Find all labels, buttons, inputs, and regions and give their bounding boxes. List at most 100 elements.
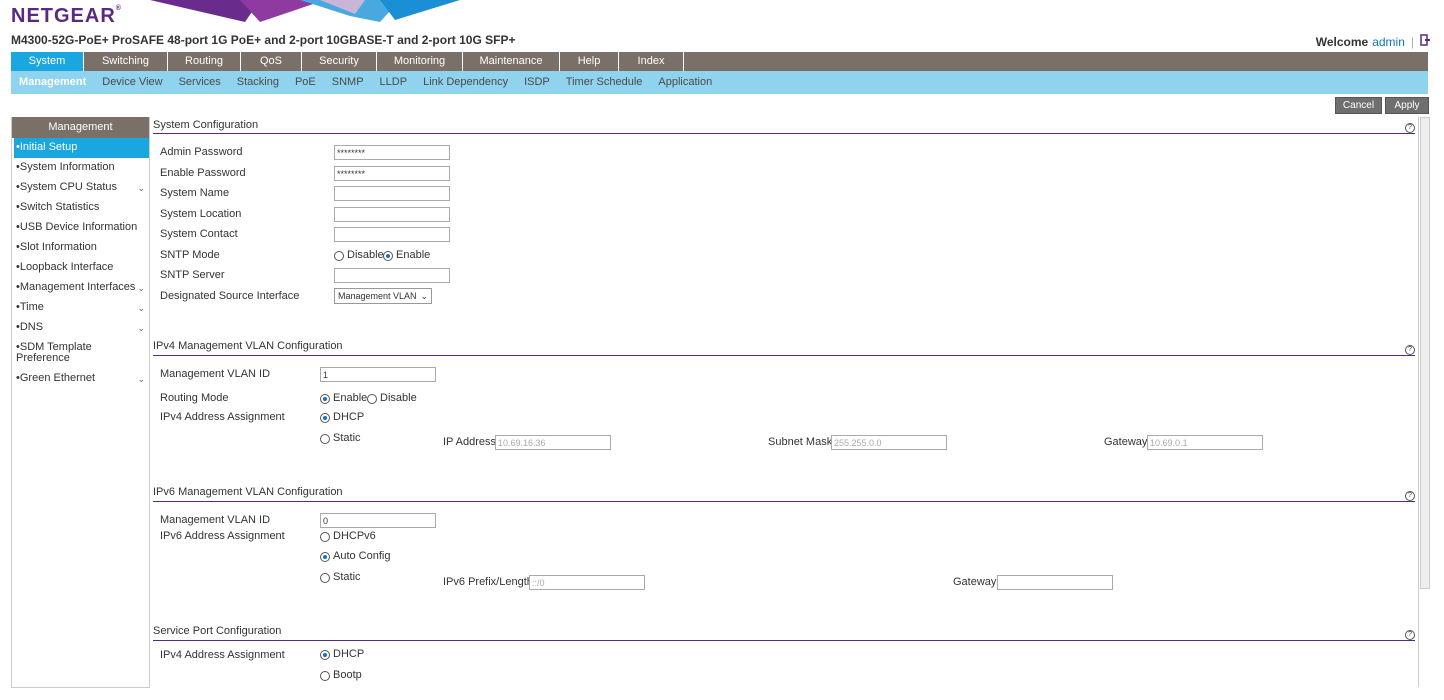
enable-password-field[interactable]	[334, 166, 450, 181]
sidebar-item-label: System Information	[19, 161, 115, 173]
service-port-dhcp-label: DHCP	[333, 648, 365, 660]
sidebar-item-time[interactable]: •Time ⌄	[12, 298, 149, 318]
ipv6-static-radio[interactable]	[320, 573, 330, 583]
tab-help[interactable]: Help	[560, 52, 619, 71]
sntp-disable-label: Disable	[347, 249, 384, 261]
tab-qos[interactable]: QoS	[241, 52, 302, 71]
tab-maintenance[interactable]: Maintenance	[463, 52, 560, 71]
logo-mark: ®	[115, 5, 122, 12]
sidebar-item-initial-setup[interactable]: •Initial Setup	[14, 138, 149, 158]
sidebar-item-slot-information[interactable]: •Slot Information	[12, 238, 149, 258]
subnet-mask-label: Subnet Mask	[768, 436, 833, 448]
help-icon[interactable]: ?	[1405, 491, 1415, 501]
chevron-down-icon: ⌄	[137, 303, 145, 313]
subnet-mask-field[interactable]	[831, 435, 947, 450]
chevron-down-icon: ⌄	[137, 374, 145, 384]
ipv4-gateway-label: Gateway	[1104, 436, 1148, 448]
ipv4-vlan-id-field[interactable]	[320, 367, 436, 382]
ip-address-field[interactable]	[495, 435, 611, 450]
ipv6-auto-config-radio[interactable]	[320, 552, 330, 562]
ipv4-static-radio[interactable]	[320, 434, 330, 444]
sidebar-item-dns[interactable]: •DNS ⌄	[12, 318, 149, 338]
help-icon[interactable]: ?	[1405, 123, 1415, 133]
sidebar-item-label: SDM Template Preference	[16, 341, 92, 364]
ipv4-static-label: Static	[333, 432, 361, 444]
sidebar-item-loopback-interface[interactable]: •Loopback Interface	[12, 258, 149, 278]
subtab-poe[interactable]: PoE	[287, 71, 324, 94]
username-link[interactable]: admin	[1372, 35, 1405, 49]
system-location-label: System Location	[160, 208, 242, 220]
subtab-link-dependency[interactable]: Link Dependency	[415, 71, 516, 94]
ipv6-gateway-label: Gateway	[953, 576, 997, 588]
sidebar-item-green-ethernet[interactable]: •Green Ethernet ⌄	[12, 369, 149, 389]
enable-password-label: Enable Password	[160, 167, 246, 179]
sidebar-item-label: Green Ethernet	[19, 372, 96, 384]
ipv6-dhcpv6-radio[interactable]	[320, 532, 330, 542]
subtab-lldp[interactable]: LLDP	[372, 71, 416, 94]
netgear-logo[interactable]: NETGEAR®	[11, 5, 122, 28]
sidebar-item-system-cpu-status[interactable]: •System CPU Status ⌄	[12, 178, 149, 198]
tab-routing[interactable]: Routing	[168, 52, 241, 71]
sntp-server-label: SNTP Server	[160, 269, 225, 281]
ipv6-vlan-id-label: Management VLAN ID	[160, 514, 271, 526]
subtab-device-view[interactable]: Device View	[94, 71, 170, 94]
ipv6-vlan-id-field[interactable]	[320, 513, 436, 528]
vertical-scrollbar[interactable]	[1420, 117, 1430, 589]
subtab-timer-schedule[interactable]: Timer Schedule	[558, 71, 651, 94]
main-nav: System Switching Routing QoS Security Mo…	[11, 52, 1428, 71]
system-contact-field[interactable]	[334, 227, 450, 242]
ipv6-gateway-field[interactable]	[997, 575, 1113, 590]
tab-system[interactable]: System	[11, 52, 84, 71]
sntp-server-field[interactable]	[334, 268, 450, 283]
tab-index[interactable]: Index	[619, 52, 684, 71]
sidebar-item-system-information[interactable]: •System Information	[12, 158, 149, 178]
tab-switching[interactable]: Switching	[84, 52, 168, 71]
help-icon[interactable]: ?	[1405, 630, 1415, 640]
ipv4-gateway-field[interactable]	[1147, 435, 1263, 450]
admin-password-field[interactable]	[334, 145, 450, 160]
chevron-down-icon: ⌄	[137, 323, 145, 333]
subtab-snmp[interactable]: SNMP	[324, 71, 372, 94]
logout-icon[interactable]	[1420, 34, 1430, 49]
section-divider	[153, 640, 1415, 641]
system-location-field[interactable]	[334, 207, 450, 222]
ipv4-address-assignment-label: IPv4 Address Assignment	[160, 411, 285, 423]
system-name-field[interactable]	[334, 186, 450, 201]
sidebar-item-label: USB Device Information	[19, 221, 138, 233]
welcome-label: Welcome	[1315, 34, 1369, 49]
subtab-isdp[interactable]: ISDP	[516, 71, 558, 94]
sidebar-item-switch-statistics[interactable]: •Switch Statistics	[12, 198, 149, 218]
subtab-application[interactable]: Application	[650, 71, 720, 94]
tab-monitoring[interactable]: Monitoring	[377, 52, 463, 71]
sidebar-item-label: Loopback Interface	[19, 261, 114, 273]
cancel-button[interactable]: Cancel	[1335, 97, 1382, 114]
tab-security[interactable]: Security	[302, 52, 377, 71]
sntp-enable-radio[interactable]	[383, 251, 393, 261]
sidebar: Management •Initial Setup •System Inform…	[11, 117, 150, 688]
ipv6-address-assignment-label: IPv6 Address Assignment	[160, 530, 285, 542]
routing-enable-radio[interactable]	[320, 394, 330, 404]
ipv4-dhcp-radio[interactable]	[320, 413, 330, 423]
ipv6-prefix-field[interactable]	[529, 575, 645, 590]
subtab-stacking[interactable]: Stacking	[229, 71, 287, 94]
system-contact-label: System Contact	[160, 228, 238, 240]
designated-source-interface-select[interactable]: Management VLAN ⌄	[334, 288, 432, 304]
routing-disable-radio[interactable]	[367, 394, 377, 404]
sntp-disable-radio[interactable]	[334, 251, 344, 261]
sidebar-title: Management	[12, 117, 149, 138]
chevron-down-icon: ⌄	[137, 283, 145, 293]
help-icon[interactable]: ?	[1405, 345, 1415, 355]
ipv4-dhcp-label: DHCP	[333, 411, 365, 423]
subtab-management[interactable]: Management	[11, 71, 94, 94]
ipv6-dhcpv6-label: DHCPv6	[333, 530, 376, 542]
service-port-dhcp-radio[interactable]	[320, 650, 330, 660]
subtab-services[interactable]: Services	[171, 71, 229, 94]
section-title-ipv6-management-vlan: IPv6 Management VLAN Configuration	[153, 486, 343, 498]
apply-button[interactable]: Apply	[1385, 97, 1429, 114]
sidebar-item-management-interfaces[interactable]: •Management Interfaces ⌄	[12, 278, 149, 298]
service-port-bootp-radio[interactable]	[320, 671, 330, 681]
welcome-area: Welcome admin |	[1316, 34, 1430, 49]
sidebar-item-usb-device-information[interactable]: •USB Device Information	[12, 218, 149, 238]
sidebar-item-label: Time	[19, 301, 44, 313]
sidebar-item-sdm-template-preference[interactable]: •SDM Template Preference	[12, 338, 149, 369]
